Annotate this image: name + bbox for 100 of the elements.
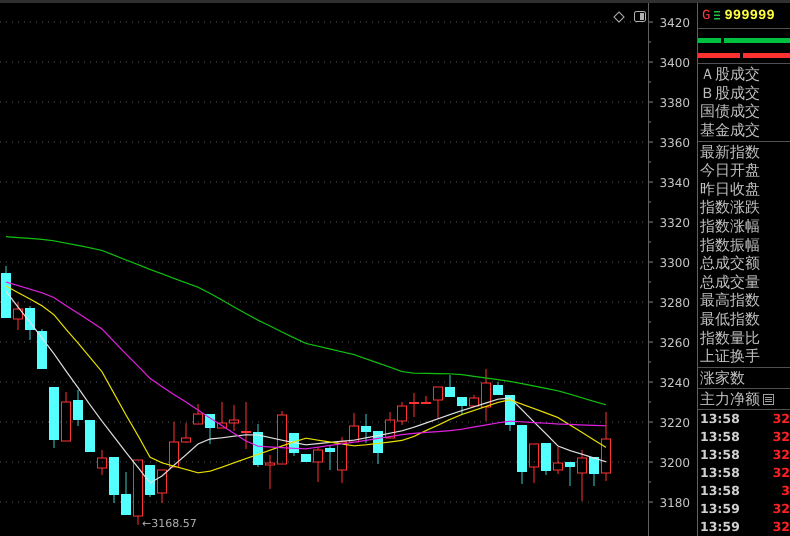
candle (445, 374, 455, 398)
candle (457, 396, 467, 416)
field-label: 指数涨跌 (699, 198, 761, 217)
index-code: 999999 (724, 8, 775, 24)
tick-price: 32 (772, 500, 790, 518)
candle (313, 446, 323, 482)
field-label: 主力净额 (700, 390, 760, 408)
field-label: 昨日收盘 (699, 180, 761, 198)
candle (193, 404, 203, 424)
candle (517, 424, 527, 484)
candle (145, 464, 155, 498)
candle (109, 456, 119, 504)
axis-label: 3400 (659, 56, 690, 70)
field-label: 最高指数 (699, 291, 761, 310)
candle (589, 456, 599, 486)
field-label: 指数量比 (699, 328, 761, 348)
candle (325, 444, 335, 470)
field-label: 总成交量 (699, 272, 761, 292)
candle (337, 436, 347, 484)
axis-label: 3280 (659, 296, 690, 310)
field-label: Ｂ股成交 (699, 84, 761, 102)
axis-label: 3180 (659, 496, 690, 510)
candle (157, 470, 167, 504)
candle (277, 410, 287, 464)
field-label: 总成交额 (699, 254, 761, 273)
tick-time: 13:58 (700, 428, 740, 446)
tick-price: 32 (772, 518, 790, 536)
tick-time: 13:58 (700, 410, 740, 428)
candle (61, 392, 71, 442)
candle (397, 402, 407, 426)
candle (241, 402, 251, 450)
candle (493, 382, 503, 396)
candle (349, 412, 359, 442)
tick-price: 32 (772, 410, 790, 428)
list-icon[interactable] (763, 394, 774, 405)
candle (373, 430, 383, 464)
menu-icon[interactable] (714, 11, 720, 20)
candle (541, 442, 551, 476)
axis-label: 3320 (659, 216, 690, 230)
field-label: 上证换手 (699, 347, 761, 366)
candle (529, 444, 539, 484)
candle (37, 328, 47, 370)
tick-time: 13:58 (700, 482, 740, 500)
field-label: 指数振幅 (699, 236, 761, 254)
axis-label: 3340 (659, 176, 690, 190)
axis-label: 3380 (659, 96, 690, 110)
candle (229, 404, 239, 432)
candle (253, 424, 263, 468)
tick-time: 13:59 (700, 500, 740, 518)
candle (565, 462, 575, 486)
candle (553, 446, 563, 474)
candle (85, 420, 95, 452)
diamond-icon[interactable] (613, 11, 625, 23)
field-label: Ａ股成交 (699, 65, 761, 84)
candle (25, 306, 35, 340)
field-label: 最新指数 (699, 142, 761, 162)
axis-label: 3360 (659, 136, 690, 150)
axis-label: 3260 (659, 336, 690, 350)
candle (385, 412, 395, 438)
candle (49, 386, 59, 448)
panel-toggle-icon[interactable] (634, 11, 646, 22)
candle (217, 402, 227, 428)
candle (97, 450, 107, 476)
field-label: 指数涨幅 (699, 216, 761, 236)
candle (421, 396, 431, 404)
tick-time: 13:59 (700, 518, 740, 536)
candle (205, 414, 215, 444)
candle (73, 390, 83, 426)
tick-price: 32 (772, 428, 790, 446)
axis-label: 3200 (659, 456, 690, 470)
candle (601, 412, 611, 482)
candle (481, 368, 491, 422)
candle (169, 422, 179, 468)
ratio-bar (742, 53, 790, 58)
candle (13, 302, 23, 330)
candle (133, 460, 143, 526)
axis-label: 3300 (659, 256, 690, 270)
tick-price: 32 (772, 464, 790, 482)
tick-price: 3 (781, 482, 790, 500)
market-letter: G (702, 8, 710, 24)
candle (265, 454, 275, 490)
tick-time: 13:58 (700, 464, 740, 482)
candle (1, 266, 11, 318)
candle (469, 394, 479, 406)
candle (181, 422, 191, 444)
candle (121, 472, 131, 516)
ratio-bar (724, 38, 790, 44)
axis-label: 3220 (659, 416, 690, 430)
low-price-label: ←3168.57 (142, 516, 197, 530)
field-label: 最低指数 (699, 310, 761, 328)
field-label: 涨家数 (699, 368, 746, 388)
tick-price: 32 (772, 446, 790, 464)
field-label: 今日开盘 (699, 161, 761, 180)
axis-label: 3240 (659, 376, 690, 390)
candle (301, 454, 311, 462)
candle (361, 414, 371, 444)
ratio-bar (698, 38, 722, 44)
tick-time: 13:58 (700, 446, 740, 464)
axis-label: 3420 (659, 16, 690, 30)
candle (409, 392, 419, 418)
